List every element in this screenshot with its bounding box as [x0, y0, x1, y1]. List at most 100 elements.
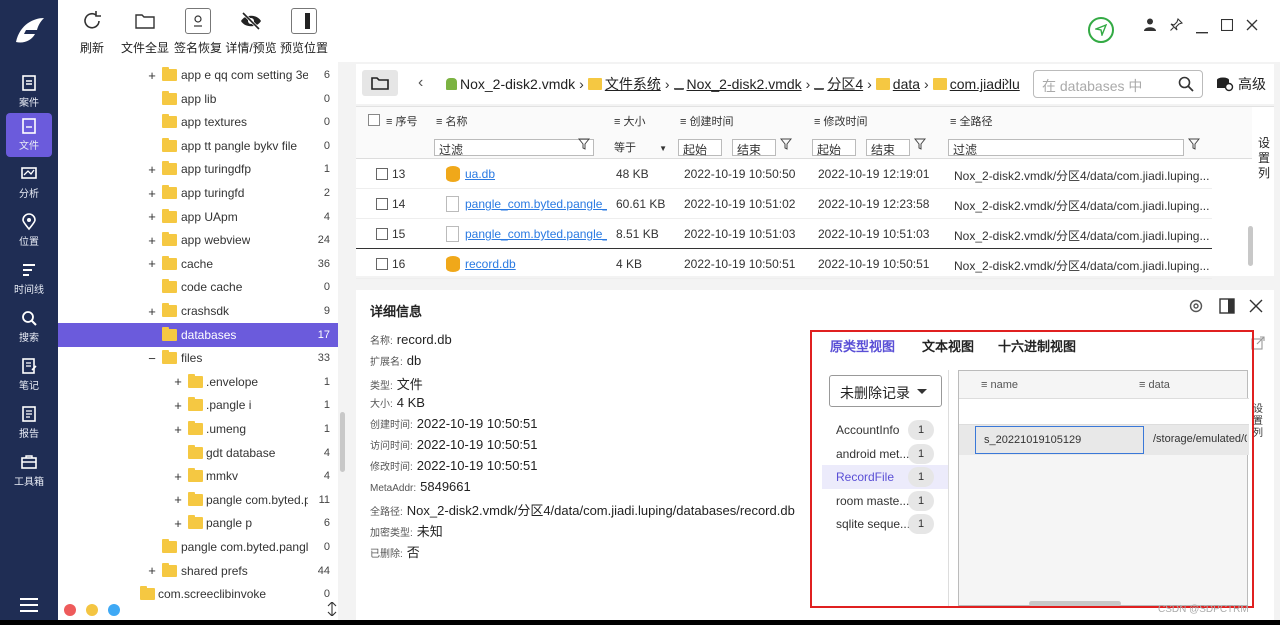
user-icon[interactable]: [1144, 18, 1156, 34]
col-created[interactable]: ≡ 创建时间: [680, 113, 733, 129]
tree-item[interactable]: com.screeclibinvoke 0: [58, 582, 338, 606]
cell-name-link[interactable]: pangle_com.byted.pangle_t: [465, 197, 607, 211]
grid-col-name[interactable]: ≡ name: [981, 379, 1018, 391]
nav-item-search[interactable]: 搜索: [6, 305, 52, 349]
tree-item[interactable]: + pangle com.byted.p... 11: [58, 488, 338, 512]
nav-item-analysis[interactable]: 分析: [6, 161, 52, 205]
table-row[interactable]: 16 record.db 4 KB 2022-10-19 10:50:51 2022-1…: [356, 249, 1212, 279]
row-checkbox[interactable]: [376, 168, 388, 180]
tree-item[interactable]: app tt pangle bykv file 0: [58, 134, 338, 158]
menu-icon[interactable]: [20, 598, 38, 612]
expand-icon[interactable]: +: [146, 563, 158, 578]
expand-icon[interactable]: +: [146, 304, 158, 319]
expand-icon[interactable]: +: [146, 256, 158, 271]
tree-item[interactable]: + pangle p 6: [58, 511, 338, 535]
tree-item[interactable]: + .umeng 1: [58, 417, 338, 441]
search-icon[interactable]: [1178, 76, 1194, 92]
table-column-settings[interactable]: 设置列: [1256, 136, 1272, 181]
back-chevron-icon[interactable]: ‹: [418, 74, 423, 92]
search-input[interactable]: 在 databases 中: [1033, 70, 1203, 98]
advanced-search-button[interactable]: 高级: [1216, 74, 1266, 94]
tree-item[interactable]: + app e qq com setting 3e... 6: [58, 63, 338, 87]
expand-icon[interactable]: +: [172, 422, 184, 437]
modified-start-input[interactable]: 起始: [812, 139, 856, 157]
row-checkbox[interactable]: [376, 198, 388, 210]
created-end-input[interactable]: 结束: [732, 139, 776, 157]
nav-item-timeline[interactable]: 时间线: [6, 257, 52, 301]
col-index[interactable]: ≡ 序号: [386, 113, 417, 129]
nav-item-case[interactable]: 案件: [6, 70, 52, 114]
col-fullpath[interactable]: ≡ 全路径: [950, 113, 992, 129]
filter-icon[interactable]: [1187, 138, 1201, 153]
tree-item[interactable]: app textures 0: [58, 110, 338, 134]
grid-scrollbar[interactable]: [1029, 601, 1121, 606]
expand-icon[interactable]: +: [172, 492, 184, 507]
path-filter-input[interactable]: 过滤: [948, 139, 1184, 157]
expand-icon[interactable]: +: [146, 68, 158, 83]
table-row[interactable]: s_20221019105129 /storage/emulated/0/: [959, 425, 1249, 455]
size-operator-select[interactable]: 等于 ▼: [614, 139, 667, 155]
file-overview-button[interactable]: 文件全显: [120, 8, 170, 58]
signature-recover-button[interactable]: 签名恢复: [173, 8, 223, 58]
grid-cell-name[interactable]: s_20221019105129: [975, 426, 1144, 454]
record-filter-select[interactable]: 未删除记录: [829, 375, 942, 407]
grid-column-settings[interactable]: 设置列: [1252, 404, 1264, 440]
expand-icon[interactable]: +: [146, 186, 158, 201]
filter-icon[interactable]: [913, 138, 927, 153]
db-table-item[interactable]: room maste... 1: [822, 489, 948, 513]
table-row[interactable]: 13 ua.db 48 KB 2022-10-19 10:50:50 2022-10-1…: [356, 159, 1212, 189]
sort-icon[interactable]: [326, 601, 338, 619]
tree-item[interactable]: + mmkv 4: [58, 464, 338, 488]
maximize-icon[interactable]: [1220, 18, 1234, 34]
filter-icon[interactable]: [577, 138, 591, 153]
table-row[interactable]: 14 pangle_com.byted.pangle_t 60.61 KB 2022-…: [356, 189, 1212, 219]
grid-col-data[interactable]: ≡ data: [1139, 379, 1170, 391]
tree-item[interactable]: + cache 36: [58, 252, 338, 276]
nav-item-report[interactable]: 报告: [6, 401, 52, 445]
tree-item[interactable]: gdt database 4: [58, 441, 338, 465]
tab-hex-view[interactable]: 十六进制视图: [998, 336, 1076, 355]
tree-item[interactable]: + .pangle i 1: [58, 393, 338, 417]
preview-position-button[interactable]: 预览位置: [278, 8, 330, 58]
expand-icon[interactable]: −: [146, 351, 158, 366]
forward-chevron-icon[interactable]: ›: [1004, 73, 1009, 91]
tree-item[interactable]: databases 17: [58, 322, 338, 347]
tree-item[interactable]: + crashsdk 9: [58, 299, 338, 323]
col-name[interactable]: ≡ 名称: [436, 113, 467, 129]
name-filter-input[interactable]: 过滤: [434, 139, 594, 157]
settings-gear-icon[interactable]: [1188, 298, 1204, 317]
tree-scrollbar[interactable]: [338, 62, 346, 625]
grid-cell-data[interactable]: /storage/emulated/0/: [1153, 433, 1247, 445]
breadcrumb-item[interactable]: 文件系统: [605, 74, 661, 94]
tree-item[interactable]: + shared prefs 44: [58, 559, 338, 583]
expand-icon[interactable]: +: [172, 469, 184, 484]
col-modified[interactable]: ≡ 修改时间: [814, 113, 867, 129]
tree-item[interactable]: app lib 0: [58, 87, 338, 111]
expand-icon[interactable]: +: [146, 233, 158, 248]
tree-item[interactable]: + app UApm 4: [58, 205, 338, 229]
select-all-checkbox[interactable]: [368, 114, 380, 126]
breadcrumb-item[interactable]: Nox_2-disk2.vmdk: [460, 76, 575, 92]
nav-item-file[interactable]: 文件: [6, 113, 52, 157]
detail-preview-button[interactable]: 详情/预览: [225, 8, 277, 58]
db-table-item[interactable]: sqlite seque... 1: [822, 512, 948, 536]
breadcrumb-item[interactable]: Nox_2-disk2.vmdk: [687, 76, 802, 92]
db-table-item[interactable]: RecordFile 1: [822, 465, 948, 489]
tree-item[interactable]: + app turingfd 2: [58, 181, 338, 205]
close-panel-icon[interactable]: [1249, 299, 1263, 316]
tree-item[interactable]: + app turingdfp 1: [58, 157, 338, 181]
db-table-item[interactable]: android met... 1: [822, 442, 948, 466]
file-table-scrollbar[interactable]: [1248, 226, 1253, 266]
filter-icon[interactable]: [779, 138, 793, 153]
tree-item[interactable]: − files 33: [58, 346, 338, 370]
panel-layout-icon[interactable]: [1219, 298, 1235, 317]
expand-icon[interactable]: +: [146, 162, 158, 177]
nav-item-location[interactable]: 位置: [6, 209, 52, 253]
cell-name-link[interactable]: ua.db: [465, 167, 607, 181]
cell-name-link[interactable]: record.db: [465, 257, 607, 271]
expand-icon[interactable]: +: [146, 209, 158, 224]
tree-item[interactable]: + app webview 24: [58, 228, 338, 252]
close-icon[interactable]: [1246, 18, 1258, 34]
navigate-icon[interactable]: [1088, 17, 1114, 43]
modified-end-input[interactable]: 结束: [866, 139, 910, 157]
